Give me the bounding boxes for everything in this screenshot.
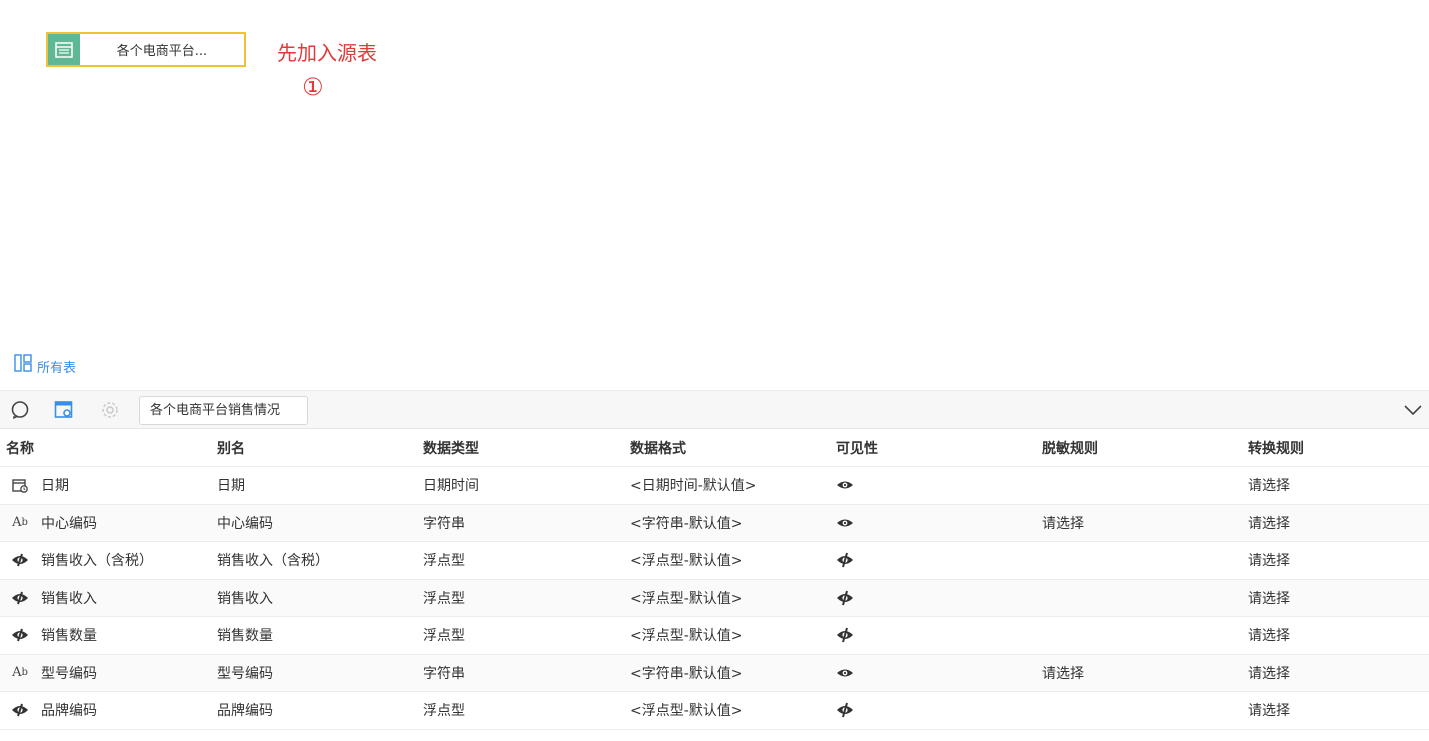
all-tables-button[interactable]: 所有表	[14, 354, 76, 376]
column-header-visibility[interactable]: 可见性	[830, 438, 1036, 458]
string-type-icon: Ab	[12, 665, 28, 681]
field-alias[interactable]: 销售数量	[212, 625, 418, 645]
layout-panels-icon	[14, 354, 32, 376]
gear-icon[interactable]	[100, 400, 120, 420]
table-tab[interactable]: 各个电商平台销售情况	[139, 396, 308, 425]
datetime-type-icon	[10, 476, 30, 494]
table-row[interactable]: 销售收入（含税） 销售收入（含税） 浮点型 <浮点型-默认值> 请选择	[0, 542, 1429, 580]
field-alias[interactable]: 中心编码	[212, 513, 418, 533]
visibility-cell	[830, 552, 1036, 568]
field-name: 销售收入	[41, 590, 97, 607]
source-table-node[interactable]: 各个电商平台...	[46, 32, 246, 67]
field-data-type[interactable]: 字符串	[418, 513, 624, 533]
table-row[interactable]: 日期 日期 日期时间 <日期时间-默认值> 请选择	[0, 467, 1429, 505]
float-type-icon	[10, 626, 30, 644]
field-data-type[interactable]: 浮点型	[418, 550, 624, 570]
table-row[interactable]: Ab 型号编码 型号编码 字符串 <字符串-默认值> 请选择 请选择	[0, 654, 1429, 692]
field-name: 日期	[41, 478, 69, 495]
string-type-icon: Ab	[12, 515, 28, 531]
transform-rule-select[interactable]: 请选择	[1242, 550, 1429, 570]
table-icon	[48, 34, 80, 65]
field-alias[interactable]: 品牌编码	[212, 700, 418, 720]
visibility-eye-icon[interactable]	[836, 552, 854, 568]
all-tables-label: 所有表	[37, 361, 77, 376]
transform-rule-select[interactable]: 请选择	[1242, 700, 1429, 720]
visibility-cell	[830, 702, 1036, 718]
transform-rule-select[interactable]: 请选择	[1242, 475, 1429, 495]
column-header-alias[interactable]: 别名	[212, 438, 418, 458]
table-settings-icon[interactable]	[54, 400, 74, 420]
visibility-eye-icon[interactable]	[836, 627, 854, 643]
field-name: 型号编码	[41, 665, 97, 682]
field-data-type[interactable]: 字符串	[418, 663, 624, 683]
field-grid: 名称 别名 数据类型 数据格式 可见性 脱敏规则 转换规则 日期 日期 日期时间 <日…	[0, 429, 1429, 730]
table-row[interactable]: Ab 中心编码 中心编码 字符串 <字符串-默认值> 请选择 请选择	[0, 504, 1429, 542]
visibility-eye-icon[interactable]	[836, 590, 854, 606]
field-name: 销售收入（含税）	[41, 553, 153, 570]
field-name-cell: Ab 型号编码	[0, 663, 212, 683]
field-name-cell: 销售数量	[0, 625, 212, 645]
field-data-type[interactable]: 浮点型	[418, 588, 624, 608]
field-alias[interactable]: 日期	[212, 475, 418, 495]
field-name-cell: 销售收入（含税）	[0, 550, 212, 570]
field-format[interactable]: <浮点型-默认值>	[624, 625, 830, 645]
table-row[interactable]: 销售数量 销售数量 浮点型 <浮点型-默认值> 请选择	[0, 617, 1429, 655]
transform-rule-select[interactable]: 请选择	[1242, 663, 1429, 683]
field-format[interactable]: <浮点型-默认值>	[624, 588, 830, 608]
table-row[interactable]: 销售收入 销售收入 浮点型 <浮点型-默认值> 请选择	[0, 579, 1429, 617]
field-name-cell: Ab 中心编码	[0, 513, 212, 533]
field-name-cell: 日期	[0, 475, 212, 495]
annotation-step-number: ①	[302, 73, 324, 101]
table-row[interactable]: 品牌编码 品牌编码 浮点型 <浮点型-默认值> 请选择	[0, 692, 1429, 730]
model-canvas[interactable]: 各个电商平台... 先加入源表 ①	[0, 0, 1429, 350]
visibility-cell	[830, 590, 1036, 606]
visibility-eye-icon[interactable]	[836, 479, 854, 491]
field-format[interactable]: <日期时间-默认值>	[624, 475, 830, 495]
float-type-icon	[10, 589, 30, 607]
transform-rule-select[interactable]: 请选择	[1242, 625, 1429, 645]
field-data-type[interactable]: 浮点型	[418, 700, 624, 720]
float-type-icon	[10, 551, 30, 569]
transform-rule-select[interactable]: 请选择	[1242, 588, 1429, 608]
field-name-cell: 品牌编码	[0, 700, 212, 720]
visibility-cell	[830, 667, 1036, 679]
column-header-name[interactable]: 名称	[0, 438, 212, 458]
column-header-transform-rule[interactable]: 转换规则	[1242, 438, 1429, 458]
field-alias[interactable]: 型号编码	[212, 663, 418, 683]
field-name-cell: 销售收入	[0, 588, 212, 608]
field-name: 销售数量	[41, 628, 97, 645]
source-table-node-label: 各个电商平台...	[116, 44, 208, 59]
field-format[interactable]: <字符串-默认值>	[624, 513, 830, 533]
mask-rule-select[interactable]: 请选择	[1036, 513, 1242, 533]
visibility-cell	[830, 627, 1036, 643]
chevron-down-icon[interactable]	[1403, 400, 1423, 420]
field-alias[interactable]: 销售收入	[212, 588, 418, 608]
field-name: 品牌编码	[41, 703, 97, 720]
visibility-cell	[830, 479, 1036, 491]
float-type-icon	[10, 701, 30, 719]
field-format[interactable]: <字符串-默认值>	[624, 663, 830, 683]
grid-header: 名称 别名 数据类型 数据格式 可见性 脱敏规则 转换规则	[0, 429, 1429, 467]
field-alias[interactable]: 销售收入（含税）	[212, 550, 418, 570]
field-format[interactable]: <浮点型-默认值>	[624, 550, 830, 570]
transform-rule-select[interactable]: 请选择	[1242, 513, 1429, 533]
field-format[interactable]: <浮点型-默认值>	[624, 700, 830, 720]
mask-rule-select[interactable]: 请选择	[1036, 663, 1242, 683]
field-data-type[interactable]: 浮点型	[418, 625, 624, 645]
visibility-eye-icon[interactable]	[836, 702, 854, 718]
field-data-type[interactable]: 日期时间	[418, 475, 624, 495]
field-name: 中心编码	[41, 515, 97, 532]
preview-icon[interactable]	[10, 400, 30, 420]
annotation-text: 先加入源表	[277, 41, 377, 65]
visibility-cell	[830, 517, 1036, 529]
column-header-mask-rule[interactable]: 脱敏规则	[1036, 438, 1242, 458]
column-header-format[interactable]: 数据格式	[624, 438, 830, 458]
visibility-eye-icon[interactable]	[836, 667, 854, 679]
table-toolbar: 各个电商平台销售情况	[0, 390, 1429, 429]
column-header-data-type[interactable]: 数据类型	[418, 438, 624, 458]
visibility-eye-icon[interactable]	[836, 517, 854, 529]
